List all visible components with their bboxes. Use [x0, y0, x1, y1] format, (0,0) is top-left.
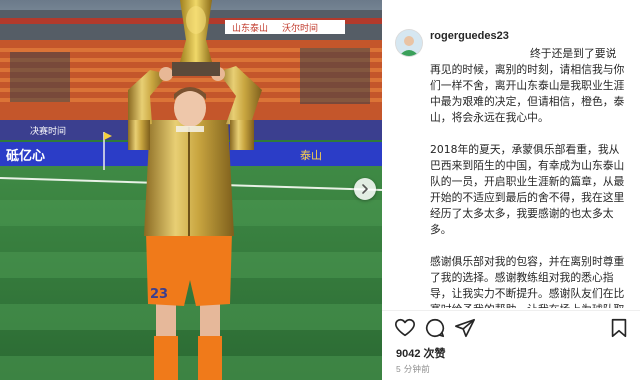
post-caption: rogerguedes23 终于还是到了要说再见的时候，离别的时刻，请相信我与你…: [430, 28, 626, 308]
ad-board-text-2: 砥亿心: [6, 148, 45, 164]
caption-area[interactable]: rogerguedes23 终于还是到了要说再见的时候，离别的时刻，请相信我与你…: [430, 28, 626, 308]
post-photo[interactable]: 山东泰山 沃尔时间 决赛时间 砥亿心 泰山 23: [0, 0, 382, 380]
avatar[interactable]: [396, 30, 422, 56]
next-photo-button[interactable]: [354, 178, 376, 200]
action-bar: 9042 次赞 5 分钟前: [382, 310, 640, 381]
profile-picture: [396, 30, 422, 56]
ad-board-text-1: 决赛时间: [30, 125, 66, 137]
post-detail-panel: rogerguedes23 终于还是到了要说再见的时候，离别的时刻，请相信我与你…: [382, 0, 640, 381]
banner-club-name: 山东泰山: [232, 22, 268, 34]
caption-paragraph-1: 终于还是到了要说再见的时候，离别的时刻，请相信我与你们一样不舍，离开山东泰山是我…: [430, 47, 625, 124]
banner-sponsor: 沃尔时间: [282, 22, 318, 34]
send-icon[interactable]: [454, 317, 476, 339]
chevron-right-icon: [362, 184, 368, 194]
ad-board-text-3: 泰山: [300, 148, 322, 162]
username[interactable]: rogerguedes23: [430, 28, 509, 44]
shorts-number: 23: [150, 287, 168, 302]
like-count[interactable]: 9042 次赞: [396, 345, 446, 361]
caption-paragraph-3: 感谢俱乐部对我的包容，并在离别时尊重了我的选择。感谢教练组对我的悉心指导，让我实…: [430, 255, 625, 308]
comment-icon[interactable]: [424, 317, 446, 339]
bookmark-icon[interactable]: [608, 317, 630, 339]
post-timestamp[interactable]: 5 分钟前: [396, 363, 430, 375]
heart-icon[interactable]: [394, 317, 416, 339]
stadium-photo-illustration: 山东泰山 沃尔时间 决赛时间 砥亿心 泰山 23: [0, 0, 382, 380]
caption-paragraph-2: 2018年的夏天，承蒙俱乐部看重，我从巴西来到陌生的中国，有幸成为山东泰山队的一…: [430, 143, 625, 236]
